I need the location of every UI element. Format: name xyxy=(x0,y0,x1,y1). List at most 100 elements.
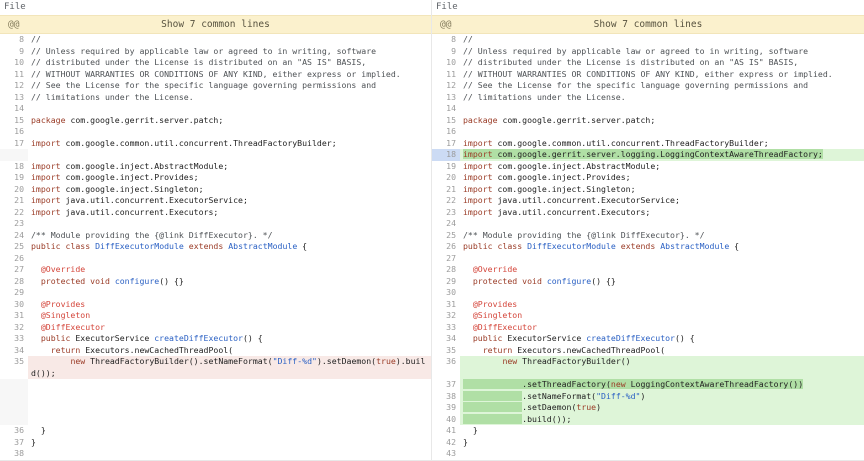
line-number[interactable]: 17 xyxy=(0,138,28,150)
diff-row: 31 @Provides xyxy=(432,299,864,311)
line-number[interactable]: 37 xyxy=(432,379,460,391)
line-number[interactable]: 19 xyxy=(432,161,460,173)
line-number[interactable]: 15 xyxy=(0,115,28,127)
line-number[interactable] xyxy=(0,414,28,426)
line-number[interactable]: 28 xyxy=(0,276,28,288)
line-number[interactable] xyxy=(432,368,460,380)
line-number[interactable]: 26 xyxy=(0,253,28,265)
hunk-header-right[interactable]: @@ Show 7 common lines xyxy=(432,15,864,34)
line-number[interactable] xyxy=(0,402,28,414)
line-number[interactable]: 39 xyxy=(432,402,460,414)
file-header-right: File xyxy=(432,0,864,15)
line-number[interactable]: 16 xyxy=(432,126,460,138)
line-number[interactable]: 22 xyxy=(0,207,28,219)
diff-row: 20import com.google.inject.Provides; xyxy=(432,172,864,184)
line-number[interactable]: 15 xyxy=(432,115,460,127)
diff-row: 35 return Executors.newCachedThreadPool( xyxy=(432,345,864,357)
line-number[interactable]: 10 xyxy=(0,57,28,69)
hunk-marker: @@ xyxy=(440,16,451,33)
line-number[interactable]: 13 xyxy=(432,92,460,104)
line-number[interactable]: 36 xyxy=(432,356,460,368)
line-number[interactable]: 38 xyxy=(0,448,28,460)
code-line: import com.google.inject.Provides; xyxy=(460,172,864,184)
line-number[interactable]: 14 xyxy=(0,103,28,115)
line-number[interactable]: 12 xyxy=(0,80,28,92)
line-number[interactable] xyxy=(0,368,28,380)
line-number[interactable]: 26 xyxy=(432,241,460,253)
code-line: @Override xyxy=(460,264,864,276)
line-number[interactable]: 35 xyxy=(432,345,460,357)
file-header-label: File xyxy=(436,2,458,12)
line-number[interactable] xyxy=(0,391,28,403)
line-number[interactable] xyxy=(0,379,28,391)
line-number[interactable]: 37 xyxy=(0,437,28,449)
line-number[interactable]: 27 xyxy=(0,264,28,276)
line-number[interactable]: 28 xyxy=(432,264,460,276)
line-number[interactable]: 32 xyxy=(432,310,460,322)
line-number[interactable]: 10 xyxy=(432,57,460,69)
line-number[interactable]: 21 xyxy=(432,184,460,196)
line-number[interactable]: 31 xyxy=(432,299,460,311)
diff-row: 28 protected void configure() {} xyxy=(0,276,431,288)
show-common-lines-button[interactable]: Show 7 common lines xyxy=(432,16,864,33)
line-number[interactable]: 42 xyxy=(432,437,460,449)
diff-row: 29 xyxy=(0,287,431,299)
line-number[interactable]: 29 xyxy=(432,276,460,288)
line-number[interactable]: 38 xyxy=(432,391,460,403)
line-number[interactable]: 31 xyxy=(0,310,28,322)
code-line: import com.google.gerrit.server.logging.… xyxy=(460,149,864,161)
code-line: public class DiffExecutorModule extends … xyxy=(28,241,431,253)
line-number[interactable]: 11 xyxy=(0,69,28,81)
line-number[interactable]: 21 xyxy=(0,195,28,207)
line-number[interactable]: 14 xyxy=(432,103,460,115)
line-number[interactable]: 11 xyxy=(432,69,460,81)
line-number[interactable]: 43 xyxy=(432,448,460,460)
line-number[interactable]: 24 xyxy=(432,218,460,230)
line-number[interactable]: 30 xyxy=(432,287,460,299)
line-number[interactable]: 8 xyxy=(432,34,460,46)
line-number[interactable]: 29 xyxy=(0,287,28,299)
diff-row: 37 .setThreadFactory(new LoggingContextA… xyxy=(432,379,864,391)
line-number[interactable]: 23 xyxy=(0,218,28,230)
line-number[interactable]: 8 xyxy=(0,34,28,46)
line-number[interactable] xyxy=(0,149,28,161)
line-number[interactable]: 30 xyxy=(0,299,28,311)
line-number[interactable]: 24 xyxy=(0,230,28,242)
diff-row: 12// See the License for the specific la… xyxy=(432,80,864,92)
line-number[interactable]: 36 xyxy=(0,425,28,437)
line-number[interactable]: 41 xyxy=(432,425,460,437)
line-number[interactable]: 33 xyxy=(432,322,460,334)
line-number[interactable]: 13 xyxy=(0,92,28,104)
line-number[interactable]: 9 xyxy=(432,46,460,58)
line-number[interactable]: 20 xyxy=(432,172,460,184)
line-number[interactable]: 25 xyxy=(432,230,460,242)
line-number[interactable]: 20 xyxy=(0,184,28,196)
line-number[interactable]: 17 xyxy=(432,138,460,150)
line-number[interactable]: 9 xyxy=(0,46,28,58)
line-number[interactable]: 25 xyxy=(0,241,28,253)
line-number[interactable]: 18 xyxy=(0,161,28,173)
line-number[interactable]: 33 xyxy=(0,333,28,345)
line-number[interactable]: 40 xyxy=(432,414,460,426)
line-number[interactable]: 12 xyxy=(432,80,460,92)
line-number[interactable]: 34 xyxy=(0,345,28,357)
line-number[interactable]: 18 xyxy=(432,149,460,161)
diff-row: 13// limitations under the License. xyxy=(432,92,864,104)
line-number[interactable]: 16 xyxy=(0,126,28,138)
line-number[interactable]: 22 xyxy=(432,195,460,207)
hunk-header-left[interactable]: @@ Show 7 common lines xyxy=(0,15,431,34)
line-number[interactable]: 34 xyxy=(432,333,460,345)
diff-view: File @@ Show 7 common lines 8//9// Unles… xyxy=(0,0,864,461)
file-header-label: File xyxy=(4,2,26,12)
code-rows-left: 8//9// Unless required by applicable law… xyxy=(0,34,431,460)
line-number[interactable]: 23 xyxy=(432,207,460,219)
code-line xyxy=(28,103,431,115)
diff-pane-revision: File @@ Show 7 common lines 8//9// Unles… xyxy=(432,0,864,460)
line-number[interactable]: 32 xyxy=(0,322,28,334)
line-number[interactable]: 19 xyxy=(0,172,28,184)
show-common-lines-button[interactable]: Show 7 common lines xyxy=(0,16,431,33)
line-number[interactable]: 35 xyxy=(0,356,28,368)
line-number[interactable]: 27 xyxy=(432,253,460,265)
diff-row: 42} xyxy=(432,437,864,449)
code-line xyxy=(460,448,864,460)
